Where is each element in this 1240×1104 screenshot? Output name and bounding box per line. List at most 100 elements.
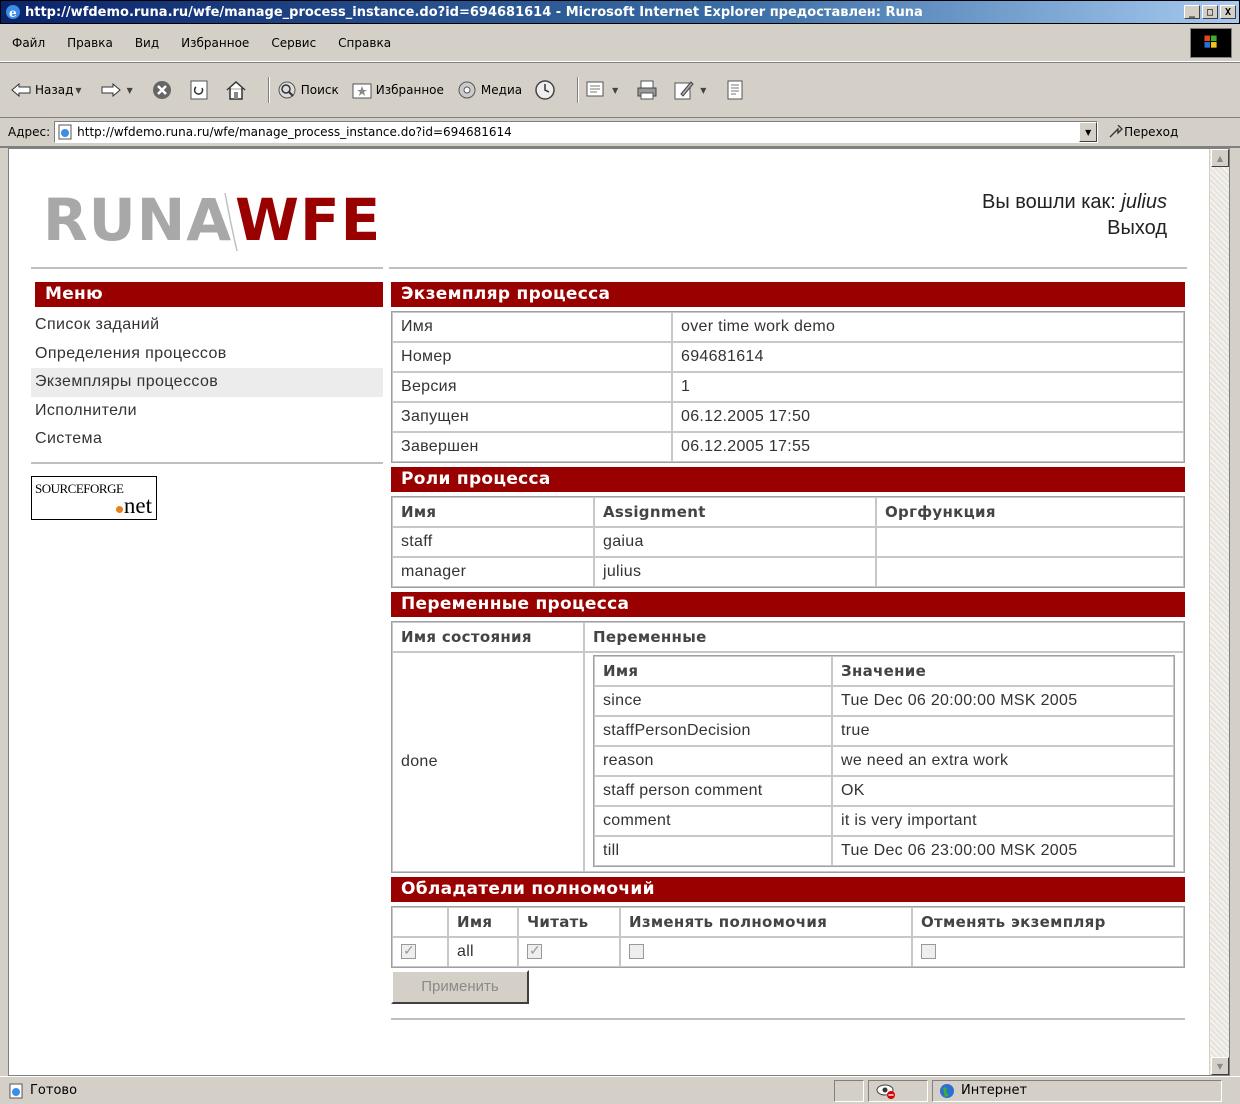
media-icon	[456, 79, 478, 101]
history-button[interactable]	[534, 79, 559, 101]
select-checkbox[interactable]	[401, 942, 416, 960]
svg-text:RUNA: RUNA	[43, 186, 232, 254]
table-row: staff gaiua	[392, 527, 1184, 557]
permission-holder-name: all	[448, 937, 518, 967]
menu-item-executors[interactable]: Исполнители	[31, 397, 383, 426]
variables-table: Имя состояния Переменные done Имя Значение…	[391, 621, 1185, 873]
table-row: reason we need an extra work	[594, 746, 1174, 776]
variable-name: till	[594, 836, 832, 866]
back-button[interactable]: Назад ▼	[10, 79, 88, 101]
menu-favorites[interactable]: Избранное	[181, 36, 249, 50]
status-bar: Готово Интернет	[0, 1076, 1240, 1104]
table-row: Имя over time work demo	[392, 312, 1184, 342]
go-button[interactable]: Переход	[1108, 125, 1178, 139]
svg-text:e: e	[9, 6, 17, 20]
instance-section-title: Экземпляр процесса	[391, 282, 1185, 307]
menu-view[interactable]: Вид	[135, 36, 159, 50]
close-button[interactable]: X	[1220, 5, 1236, 19]
chevron-down-icon[interactable]: ▼	[127, 86, 133, 95]
toolbar-separator	[267, 77, 270, 103]
svg-text:WFE: WFE	[235, 186, 381, 254]
menu-item-tasks[interactable]: Список заданий	[31, 311, 383, 340]
zone-cell: Интернет	[932, 1079, 1222, 1102]
table-header-row: Имя Значение	[594, 656, 1174, 686]
cancel-instance-checkbox[interactable]	[921, 944, 936, 960]
role-assignment: gaiua	[594, 527, 876, 557]
menu-tools[interactable]: Сервис	[271, 36, 316, 50]
apply-button[interactable]: Применить	[391, 970, 529, 1004]
address-bar: Адрес: http://wfdemo.runa.ru/wfe/manage_…	[0, 118, 1240, 148]
toolbar: Назад ▼ ▼ Поиск Избранное Медиа ▼ ▼	[0, 62, 1240, 118]
table-row: Номер 694681614	[392, 342, 1184, 372]
roles-table: Имя Assignment Оргфункция staff gaiua manag…	[391, 496, 1185, 588]
chevron-down-icon[interactable]: ▼	[612, 86, 618, 95]
column-header: Отменять экземпляр	[912, 907, 1184, 937]
logout-link[interactable]: Выход	[1107, 217, 1167, 239]
table-row: staff person comment OK	[594, 776, 1174, 806]
media-label: Медиа	[480, 83, 523, 97]
vertical-scrollbar[interactable]: ▲ ▼	[1209, 149, 1229, 1075]
menu-bar: Файл Правка Вид Избранное Сервис Справка	[0, 24, 1240, 62]
chevron-down-icon[interactable]: ▼	[75, 86, 81, 95]
menu-item-instances[interactable]: Экземпляры процессов	[31, 368, 383, 397]
window-title-bar: e http://wfdemo.runa.ru/wfe/manage_proce…	[0, 0, 1240, 24]
menu-title: Меню	[35, 282, 383, 307]
field-value: 694681614	[672, 342, 1184, 372]
status-text: Готово	[30, 1083, 78, 1098]
column-header: Имя состояния	[392, 622, 584, 652]
variables-section-title: Переменные процесса	[391, 592, 1185, 617]
menu-file[interactable]: Файл	[12, 36, 45, 50]
column-header: Имя	[448, 907, 518, 937]
table-header-row: Имя Assignment Оргфункция	[392, 497, 1184, 527]
go-label: Переход	[1124, 125, 1179, 139]
scroll-down-icon[interactable]: ▼	[1211, 1057, 1229, 1075]
media-button[interactable]: Медиа	[456, 79, 522, 101]
discuss-button[interactable]	[724, 79, 749, 101]
go-arrow-icon	[1109, 125, 1124, 138]
sourceforge-logo[interactable]: SOURCEFORGE net	[31, 475, 157, 520]
role-orgfunction	[876, 557, 1184, 587]
page-done-icon	[9, 1083, 23, 1098]
variable-name: staff person comment	[594, 776, 832, 806]
chevron-down-icon[interactable]: ▼	[700, 86, 706, 95]
menu-help[interactable]: Справка	[338, 36, 391, 50]
maximize-button[interactable]: □	[1202, 5, 1218, 19]
instance-table: Имя over time work demo Номер 694681614 Ве…	[391, 311, 1185, 463]
privacy-cell[interactable]	[868, 1079, 928, 1102]
menu-item-definitions[interactable]: Определения процессов	[31, 340, 383, 369]
search-button[interactable]: Поиск	[276, 79, 339, 101]
print-button[interactable]	[636, 79, 661, 101]
page-icon	[58, 124, 72, 140]
variable-value: Tue Dec 06 20:00:00 MSK 2005	[832, 686, 1174, 716]
chevron-down-icon[interactable]: ▼	[1079, 122, 1098, 142]
refresh-button[interactable]	[188, 79, 213, 101]
mail-button[interactable]: ▼	[585, 79, 624, 101]
minimize-button[interactable]: _	[1184, 5, 1200, 19]
menu-edit[interactable]: Правка	[67, 36, 113, 50]
back-label: Назад	[35, 83, 74, 97]
window-title: http://wfdemo.runa.ru/wfe/manage_process…	[25, 4, 923, 20]
document-icon	[724, 79, 746, 101]
address-input[interactable]: http://wfdemo.runa.ru/wfe/manage_process…	[54, 121, 1099, 143]
table-row: comment it is very important	[594, 806, 1174, 836]
favorites-button[interactable]: Избранное	[351, 79, 444, 101]
change-permissions-checkbox[interactable]	[629, 944, 644, 960]
menu-item-system[interactable]: Система	[31, 425, 383, 454]
scroll-up-icon[interactable]: ▲	[1211, 149, 1229, 167]
sourceforge-line1: SOURCEFORGE	[35, 480, 124, 496]
edit-button[interactable]: ▼	[673, 79, 712, 101]
column-header: Имя	[392, 497, 594, 527]
column-header: Переменные	[584, 622, 1184, 652]
read-checkbox[interactable]	[527, 942, 542, 960]
print-icon	[636, 79, 658, 101]
column-header: Значение	[832, 656, 1174, 686]
permissions-section-title: Обладатели полномочий	[391, 877, 1185, 902]
column-header: Изменять полномочия	[620, 907, 912, 937]
forward-button[interactable]: ▼	[100, 79, 139, 101]
stop-button[interactable]	[151, 79, 176, 101]
home-button[interactable]	[225, 79, 250, 101]
column-header	[392, 907, 448, 937]
variable-name: comment	[594, 806, 832, 836]
role-orgfunction	[876, 527, 1184, 557]
forward-arrow-icon	[100, 79, 122, 101]
